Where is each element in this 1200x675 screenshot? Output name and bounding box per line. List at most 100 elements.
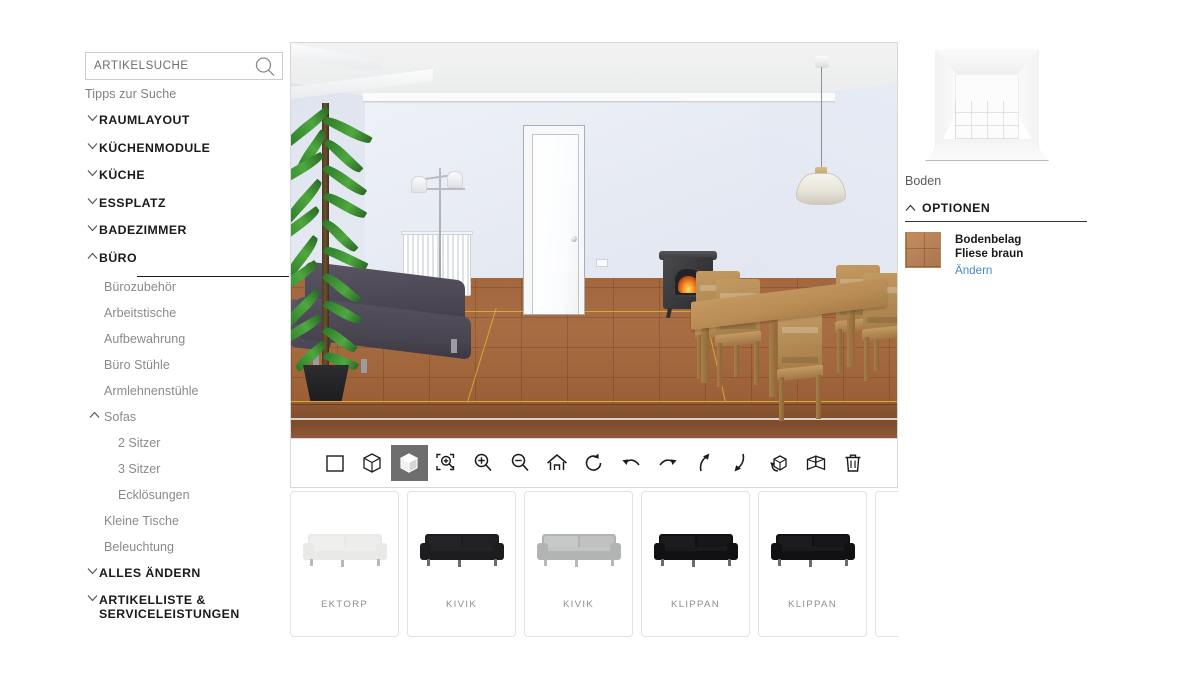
product-image bbox=[408, 492, 515, 599]
sidebar-item-badezimmer[interactable]: BADEZIMMER bbox=[85, 223, 285, 245]
sidebar-item-label: Beleuchtung bbox=[104, 539, 175, 554]
plant-pot[interactable] bbox=[303, 365, 349, 401]
sidebar-item-label: 3 Sitzer bbox=[118, 461, 161, 476]
sidebar-item-ecklösungen[interactable]: Ecklösungen bbox=[85, 488, 285, 510]
reset-rotate-button[interactable] bbox=[576, 445, 613, 481]
change-material-link[interactable]: Ändern bbox=[955, 262, 1023, 279]
product-card[interactable]: KLIPPAN bbox=[641, 491, 750, 637]
sidebar-item-label: Ecklösungen bbox=[118, 487, 190, 502]
sidebar-item-3-sitzer[interactable]: 3 Sitzer bbox=[85, 462, 285, 484]
magnifier-minus-icon bbox=[508, 451, 532, 475]
floor-grid-line bbox=[291, 401, 897, 402]
chevron-down-icon[interactable] bbox=[85, 114, 99, 122]
wall-outlet bbox=[596, 259, 608, 267]
tilt-down-button[interactable] bbox=[724, 445, 761, 481]
chevron-down-icon[interactable] bbox=[85, 142, 99, 150]
product-card[interactable]: KIVIK bbox=[407, 491, 516, 637]
cube-rotate-icon bbox=[767, 451, 791, 475]
walls-toggle-button[interactable] bbox=[798, 445, 835, 481]
floor-preview-thumbnail[interactable] bbox=[913, 45, 1061, 165]
sidebar-item-büro[interactable]: BÜRO bbox=[85, 251, 289, 277]
chevron-up-icon[interactable] bbox=[85, 411, 104, 419]
product-name: KIVIK bbox=[562, 599, 595, 610]
option-row-floor-covering[interactable]: Bodenbelag Fliese braun Ändern bbox=[905, 232, 1095, 279]
chevron-down-icon[interactable] bbox=[85, 169, 99, 177]
sidebar-item-2-sitzer[interactable]: 2 Sitzer bbox=[85, 436, 285, 458]
chevron-up-icon[interactable] bbox=[85, 252, 99, 260]
tilt-up-button[interactable] bbox=[687, 445, 724, 481]
sidebar-item-raumlayout[interactable]: RAUMLAYOUT bbox=[85, 113, 285, 135]
properties-panel: Boden OPTIONEN Bodenbelag Fliese braun Ä… bbox=[905, 45, 1095, 279]
sidebar-item-bürozubehör[interactable]: Bürozubehör bbox=[85, 280, 285, 302]
sidebar-item-küche[interactable]: KÜCHE bbox=[85, 168, 285, 190]
pendant-lamp[interactable] bbox=[796, 173, 846, 205]
cube-solid-icon bbox=[397, 451, 421, 475]
sidebar-item-aufbewahrung[interactable]: Aufbewahrung bbox=[85, 332, 285, 354]
orbit-object-button[interactable] bbox=[761, 445, 798, 481]
product-card[interactable]: KIVIK bbox=[524, 491, 633, 637]
sidebar-item-armlehnenstühle[interactable]: Armlehnenstühle bbox=[85, 384, 285, 406]
floor-front-edge bbox=[291, 404, 897, 438]
sidebar-item-label: RAUMLAYOUT bbox=[99, 113, 190, 127]
room-3d-viewport[interactable] bbox=[290, 42, 898, 438]
search-icon[interactable] bbox=[254, 56, 276, 83]
pan-right-button[interactable] bbox=[650, 445, 687, 481]
chevron-down-icon[interactable] bbox=[85, 197, 99, 205]
delete-button[interactable] bbox=[835, 445, 872, 481]
product-image bbox=[876, 492, 898, 610]
options-header-label: OPTIONEN bbox=[922, 201, 991, 215]
crown-molding-back bbox=[363, 93, 835, 102]
sidebar-item-label: BADEZIMMER bbox=[99, 223, 187, 237]
view-3d-wire-button[interactable] bbox=[354, 445, 391, 481]
sidebar-item-alles-ändern[interactable]: ALLES ÄNDERN bbox=[85, 566, 285, 588]
view-3d-solid-button[interactable] bbox=[390, 445, 428, 481]
chevron-down-icon[interactable] bbox=[85, 224, 99, 232]
product-card[interactable] bbox=[875, 491, 898, 637]
option-title: Bodenbelag bbox=[955, 233, 1022, 246]
door-leaf bbox=[532, 134, 579, 314]
sidebar-item-label: ALLES ÄNDERN bbox=[99, 565, 201, 580]
viewport-toolbar bbox=[290, 438, 898, 488]
sidebar-item-arbeitstische[interactable]: Arbeitstische bbox=[85, 306, 285, 328]
rotate-ccw-icon bbox=[582, 451, 606, 475]
product-name: EKTORP bbox=[320, 599, 369, 610]
chevron-down-icon[interactable] bbox=[85, 567, 99, 575]
sidebar-item-kleine-tische[interactable]: Kleine Tische bbox=[85, 514, 285, 536]
search-tips-link[interactable]: Tipps zur Suche bbox=[85, 87, 285, 101]
sidebar-item-label: ESSPLATZ bbox=[99, 195, 166, 210]
options-section-header[interactable]: OPTIONEN bbox=[905, 201, 1095, 215]
chevron-down-icon[interactable] bbox=[85, 594, 99, 602]
sofa-leg bbox=[361, 359, 367, 373]
sidebar-item-label: KÜCHENMODULE bbox=[99, 140, 211, 155]
search-bar[interactable] bbox=[85, 52, 283, 80]
view-2d-plan-button[interactable] bbox=[317, 445, 354, 481]
sidebar-item-sofas[interactable]: Sofas bbox=[85, 410, 285, 432]
zoom-in-button[interactable] bbox=[465, 445, 502, 481]
sidebar-item-büro-stühle[interactable]: Büro Stühle bbox=[85, 358, 285, 380]
catalog-sidebar: Tipps zur Suche RAUMLAYOUT KÜCHENMODULE KÜ… bbox=[85, 52, 289, 627]
pan-left-button[interactable] bbox=[613, 445, 650, 481]
product-carousel[interactable]: EKTORP KIVIK KIVIK KLIPPAN KLIPPAN bbox=[290, 491, 898, 637]
zoom-out-button[interactable] bbox=[502, 445, 539, 481]
sidebar-item-küchenmodule[interactable]: KÜCHENMODULE bbox=[85, 141, 285, 163]
zoom-fit-icon bbox=[434, 451, 458, 475]
chair-leg bbox=[717, 343, 722, 387]
sidebar-item-beleuchtung[interactable]: Beleuchtung bbox=[85, 540, 285, 562]
sidebar-item-label: KÜCHE bbox=[99, 168, 145, 182]
zoom-to-fit-button[interactable] bbox=[428, 445, 465, 481]
trash-icon bbox=[841, 451, 865, 475]
product-card[interactable]: KLIPPAN bbox=[758, 491, 867, 637]
product-card[interactable]: EKTORP bbox=[290, 491, 399, 637]
chair-leg bbox=[864, 337, 869, 381]
door[interactable] bbox=[523, 125, 585, 315]
sidebar-item-artikelliste-serviceleistungen[interactable]: ARTIKELLISTE & SERVICELEISTUNGEN bbox=[85, 593, 285, 621]
sidebar-item-essplatz[interactable]: ESSPLATZ bbox=[85, 196, 285, 218]
home-view-button[interactable] bbox=[539, 445, 576, 481]
arrow-down-curve-icon bbox=[730, 451, 754, 475]
product-image bbox=[759, 492, 866, 599]
chair-leg bbox=[779, 377, 784, 421]
home-icon bbox=[545, 451, 569, 475]
floor-material-swatch[interactable] bbox=[905, 232, 941, 268]
search-input[interactable] bbox=[86, 54, 246, 78]
magnifier-plus-icon bbox=[471, 451, 495, 475]
